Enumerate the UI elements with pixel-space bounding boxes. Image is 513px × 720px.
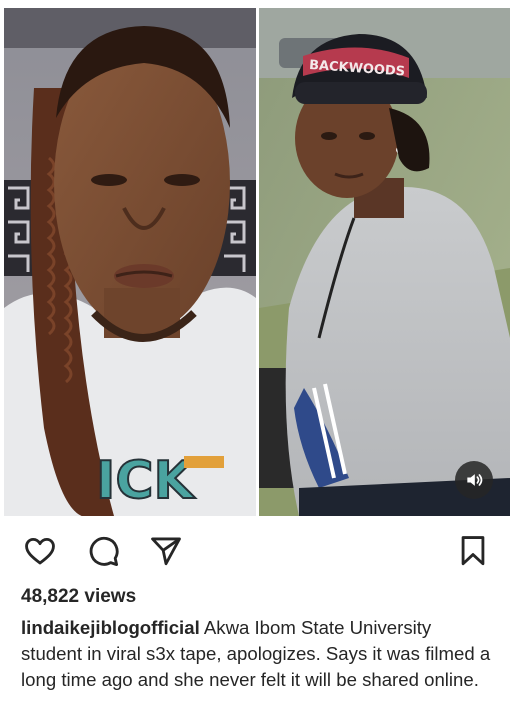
paper-plane-icon [151, 537, 181, 566]
like-button[interactable] [21, 530, 59, 572]
post-caption: lindaikejiblogofficial Akwa Ibom State U… [21, 615, 491, 693]
speech-bubble-icon [89, 536, 119, 567]
post-media[interactable]: ICK BACKWOODS [0, 0, 513, 520]
photo-right: BACKWOODS [259, 8, 510, 516]
speaker-icon [467, 474, 483, 486]
photo-left: ICK [4, 8, 256, 516]
post-actions [0, 530, 513, 574]
heart-icon [25, 537, 55, 565]
username-link[interactable]: lindaikejiblogofficial [21, 617, 200, 638]
sound-toggle-button[interactable] [455, 461, 493, 499]
share-button[interactable] [147, 530, 185, 572]
save-button[interactable] [454, 530, 492, 572]
shirt-graphic-text: ICK [96, 451, 196, 511]
comment-button[interactable] [84, 530, 122, 572]
view-count[interactable]: 48,822 views [21, 586, 136, 608]
bookmark-icon [461, 536, 485, 566]
